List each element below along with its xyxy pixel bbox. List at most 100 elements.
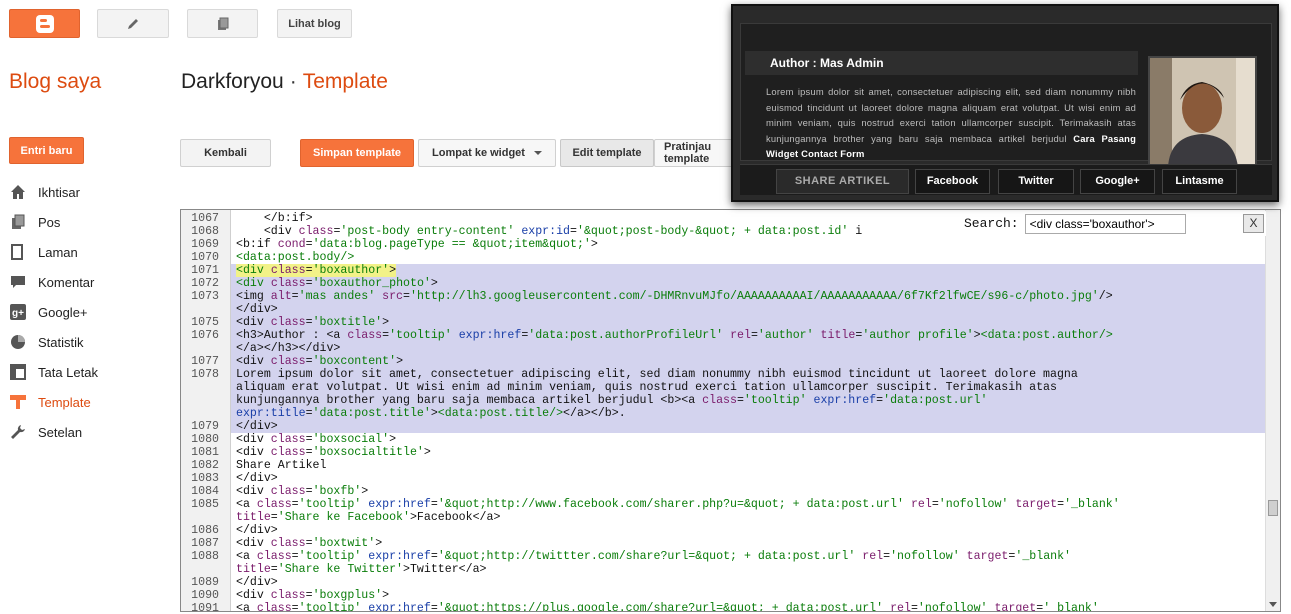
share-article-label: SHARE ARTIKEL	[776, 169, 909, 194]
share-google-plus-button[interactable]: Google+	[1080, 169, 1155, 194]
code-line[interactable]: 1070 <data:post.body/>	[181, 251, 1265, 264]
code-line[interactable]: 1073 <img alt='mas andes' src='http://lh3…	[181, 290, 1265, 303]
sidebar-item-label: Ikhtisar	[38, 184, 80, 200]
sidebar-item-google-plus[interactable]: g+ Google+	[9, 297, 98, 327]
code-line[interactable]: 1089 </div>	[181, 576, 1265, 589]
code-text[interactable]: <data:post.body/>	[231, 251, 1265, 264]
documents-icon	[217, 17, 228, 30]
code-line[interactable]: 1077 <div class='boxcontent'>	[181, 355, 1265, 368]
code-text[interactable]: </div>	[231, 524, 1265, 537]
layout-icon	[9, 363, 27, 381]
code-line[interactable]: 1091 <a class='tooltip' expr:href='&quot;…	[181, 602, 1265, 611]
code-line[interactable]: 1085 <a class='tooltip' expr:href='&quot;…	[181, 498, 1265, 524]
author-widget-preview: Author : Mas Admin Lorem ipsum dolor sit…	[731, 4, 1279, 202]
template-icon	[9, 393, 27, 411]
blogger-logo-button[interactable]	[9, 9, 80, 38]
code-text[interactable]: Lorem ipsum dolor sit amet, consectetuer…	[231, 368, 1265, 420]
code-text[interactable]: </div>	[231, 576, 1265, 589]
code-text[interactable]: <b:if cond='data:blog.pageType == &quot;…	[231, 238, 1265, 251]
share-twitter-button[interactable]: Twitter	[998, 169, 1074, 194]
line-number: 1079	[191, 420, 219, 433]
code-line[interactable]: 1069 <b:if cond='data:blog.pageType == &q…	[181, 238, 1265, 251]
save-template-button[interactable]: Simpan template	[300, 139, 414, 167]
pencil-icon	[128, 18, 138, 29]
code-text[interactable]: <a class='tooltip' expr:href='&quot;http…	[231, 498, 1265, 524]
sidebar-item-label: Statistik	[38, 334, 84, 350]
code-text[interactable]: </div>	[231, 472, 1265, 485]
sidebar-item-label: Google+	[38, 304, 88, 320]
view-blog-button[interactable]: Lihat blog	[277, 9, 352, 38]
close-search-button[interactable]: X	[1243, 214, 1264, 233]
code-line[interactable]: 1072 <div class='boxauthor_photo'>	[181, 277, 1265, 290]
sidebar-item-label: Setelan	[38, 424, 83, 440]
code-text[interactable]: <a class='tooltip' expr:href='&quot;http…	[231, 602, 1265, 611]
code-line[interactable]: 1086 </div>	[181, 524, 1265, 537]
code-line[interactable]: 1084 <div class='boxfb'>	[181, 485, 1265, 498]
code-line[interactable]: 1082 Share Artikel	[181, 459, 1265, 472]
code-text[interactable]: <h3>Author : <a class='tooltip' expr:hre…	[231, 329, 1265, 355]
code-text[interactable]: <div class='boxtitle'>	[231, 316, 1265, 329]
code-text[interactable]: </div>	[231, 420, 1265, 433]
share-facebook-button[interactable]: Facebook	[915, 169, 990, 194]
brand-title[interactable]: Blog saya	[9, 70, 101, 94]
pages-button[interactable]	[187, 9, 258, 38]
jump-to-widget-dropdown[interactable]: Lompat ke widget	[418, 139, 556, 167]
wrench-icon	[9, 423, 27, 441]
line-number: 1089	[191, 576, 219, 589]
code-text[interactable]: <div class='boxsocialtitle'>	[231, 446, 1265, 459]
share-lintasme-button[interactable]: Lintasme	[1162, 169, 1237, 194]
code-text[interactable]: <div class='boxauthor_photo'>	[231, 277, 1265, 290]
code-line[interactable]: 1075 <div class='boxtitle'>	[181, 316, 1265, 329]
back-button[interactable]: Kembali	[180, 139, 271, 167]
sidebar-item-template[interactable]: Template	[9, 387, 98, 417]
code-line[interactable]: 1079 </div>	[181, 420, 1265, 433]
sidebar-nav: Ikhtisar Pos Laman Komentar g+ Google+ S…	[9, 177, 98, 447]
sidebar-item-label: Komentar	[38, 274, 95, 290]
code-text[interactable]: <div class='boxsocial'>	[231, 433, 1265, 446]
code-line[interactable]: 1078 Lorem ipsum dolor sit amet, consecte…	[181, 368, 1265, 420]
code-line[interactable]: 1088 <a class='tooltip' expr:href='&quot;…	[181, 550, 1265, 576]
author-title: Author : Mas Admin	[745, 51, 1138, 75]
search-input[interactable]	[1024, 213, 1186, 234]
code-line[interactable]: 1081 <div class='boxsocialtitle'>	[181, 446, 1265, 459]
code-line[interactable]: 1083 </div>	[181, 472, 1265, 485]
code-lines[interactable]: 1067 </b:if> 1068 <div class='post-body e…	[181, 212, 1265, 611]
code-text[interactable]: <div class='boxgplus'>	[231, 589, 1265, 602]
code-line[interactable]: </div>	[181, 303, 1265, 316]
edit-template-tab[interactable]: Edit template	[560, 139, 654, 167]
code-editor[interactable]: 1067 </b:if> 1068 <div class='post-body e…	[180, 209, 1281, 612]
sidebar-item-pages[interactable]: Laman	[9, 237, 98, 267]
scrollbar-thumb[interactable]	[1268, 500, 1278, 516]
code-line[interactable]: 1090 <div class='boxgplus'>	[181, 589, 1265, 602]
code-line[interactable]: 1080 <div class='boxsocial'>	[181, 433, 1265, 446]
blogger-icon	[35, 14, 54, 33]
new-post-button[interactable]: Entri baru	[9, 137, 84, 164]
code-text[interactable]: Share Artikel	[231, 459, 1265, 472]
preview-template-tab[interactable]: Pratinjau template	[654, 139, 734, 167]
code-text[interactable]: <div class='boxtwit'>	[231, 537, 1265, 550]
code-text[interactable]: </div>	[231, 303, 1265, 316]
code-line[interactable]: 1087 <div class='boxtwit'>	[181, 537, 1265, 550]
vertical-scrollbar[interactable]	[1265, 210, 1280, 611]
new-post-pencil-button[interactable]	[97, 9, 169, 38]
code-text[interactable]: <div class='boxauthor'>	[231, 264, 1265, 277]
sidebar-item-label: Template	[38, 394, 91, 410]
scroll-down-icon[interactable]	[1269, 602, 1277, 607]
line-number: 1078	[191, 368, 219, 381]
sidebar-item-label: Tata Letak	[38, 364, 98, 380]
blog-name[interactable]: Darkforyou	[181, 70, 284, 93]
code-line[interactable]: 1071 <div class='boxauthor'>	[181, 264, 1265, 277]
sidebar-item-overview[interactable]: Ikhtisar	[9, 177, 98, 207]
code-text[interactable]: <img alt='mas andes' src='http://lh3.goo…	[231, 290, 1265, 303]
code-line[interactable]: 1076 <h3>Author : <a class='tooltip' expr…	[181, 329, 1265, 355]
sidebar-item-comments[interactable]: Komentar	[9, 267, 98, 297]
author-box: Author : Mas Admin Lorem ipsum dolor sit…	[740, 23, 1272, 169]
sidebar-item-stats[interactable]: Statistik	[9, 327, 98, 357]
code-text[interactable]: <div class='boxcontent'>	[231, 355, 1265, 368]
sidebar-item-settings[interactable]: Setelan	[9, 417, 98, 447]
sidebar-item-layout[interactable]: Tata Letak	[9, 357, 98, 387]
code-text[interactable]: <a class='tooltip' expr:href='&quot;http…	[231, 550, 1265, 576]
code-text[interactable]: <div class='boxfb'>	[231, 485, 1265, 498]
pie-chart-icon	[9, 333, 27, 351]
sidebar-item-posts[interactable]: Pos	[9, 207, 98, 237]
